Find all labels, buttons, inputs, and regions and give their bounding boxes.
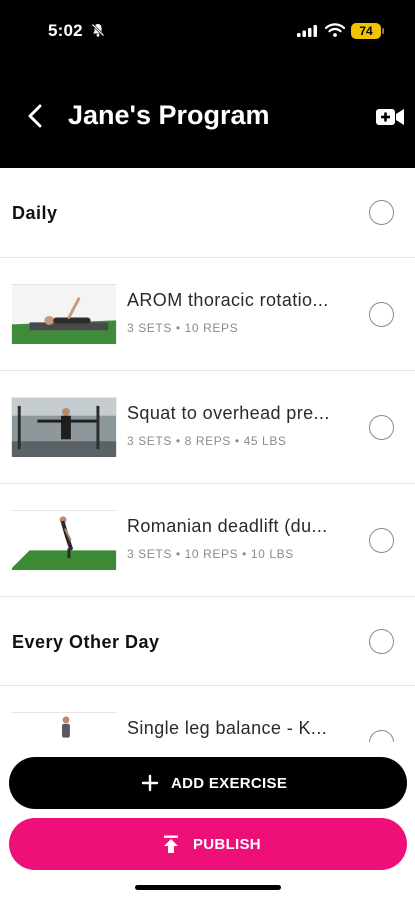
exercise-meta: 3 SETS • 10 REPS • 10 LBS — [127, 547, 294, 561]
video-camera-add-icon[interactable] — [376, 107, 404, 127]
exercise-list[interactable]: Daily AROM thoracic rotatio... 3 SETS • … — [0, 168, 415, 742]
add-exercise-button[interactable]: ADD EXERCISE — [9, 757, 407, 809]
exercise-row[interactable]: Squat to overhead pre... 3 SETS • 8 REPS… — [0, 371, 415, 484]
exercise-select-radio[interactable] — [369, 730, 394, 742]
exercise-select-radio[interactable] — [369, 302, 394, 327]
exercise-select-radio[interactable] — [369, 528, 394, 553]
exercise-name: Romanian deadlift (du... — [127, 516, 328, 536]
exercise-thumbnail — [11, 284, 117, 344]
upload-icon — [164, 835, 178, 853]
exercise-name: AROM thoracic rotatio... — [127, 290, 329, 310]
exercise-select-radio[interactable] — [369, 415, 394, 440]
section-header-every-other-day[interactable]: Every Other Day — [0, 597, 415, 686]
plus-icon — [141, 774, 159, 792]
header-bar: Jane's Program — [0, 62, 415, 168]
exercise-thumbnail — [11, 397, 117, 457]
back-chevron-icon[interactable] — [24, 102, 48, 130]
publish-label: PUBLISH — [193, 836, 261, 853]
status-time: 5:02 — [48, 21, 83, 40]
page-title: Jane's Program — [68, 100, 270, 130]
section-label: Every Other Day — [12, 632, 160, 652]
section-header-daily[interactable]: Daily — [0, 168, 415, 258]
bell-off-icon — [91, 23, 105, 37]
exercise-meta: 3 SETS • 10 REPS — [127, 321, 239, 335]
exercise-row[interactable]: Single leg balance - K... — [0, 686, 415, 742]
exercise-name: Single leg balance - K... — [127, 718, 328, 738]
section-select-radio[interactable] — [369, 629, 394, 654]
battery-icon: 74 — [351, 23, 381, 39]
add-exercise-label: ADD EXERCISE — [171, 775, 288, 792]
exercise-row[interactable]: AROM thoracic rotatio... 3 SETS • 10 REP… — [0, 258, 415, 371]
home-indicator[interactable] — [135, 885, 281, 890]
battery-tip — [382, 28, 384, 34]
section-select-radio[interactable] — [369, 200, 394, 225]
wifi-icon — [325, 23, 345, 37]
exercise-name: Squat to overhead pre... — [127, 403, 330, 423]
status-bar: 5:02 74 — [0, 0, 415, 62]
publish-button[interactable]: PUBLISH — [9, 818, 407, 870]
exercise-row[interactable]: Romanian deadlift (du... 3 SETS • 10 REP… — [0, 484, 415, 597]
exercise-meta: 3 SETS • 8 REPS • 45 LBS — [127, 434, 287, 448]
signal-icon — [297, 25, 317, 37]
section-label: Daily — [12, 203, 58, 223]
exercise-thumbnail — [11, 712, 117, 742]
exercise-thumbnail — [11, 510, 117, 570]
